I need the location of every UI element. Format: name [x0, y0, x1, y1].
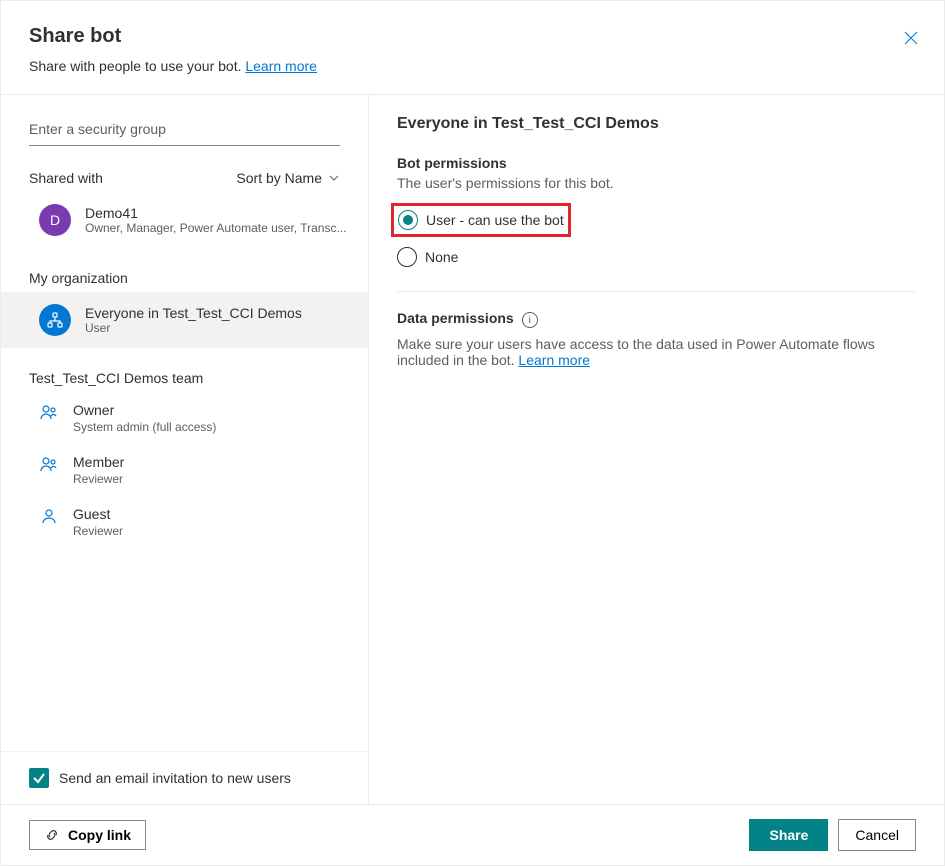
checkbox-checked-icon[interactable]	[29, 768, 49, 788]
role-item-member[interactable]: Member Reviewer	[1, 444, 368, 496]
org-name: Everyone in Test_Test_CCI Demos	[85, 305, 348, 321]
data-perm-heading: Data permissions	[397, 310, 514, 326]
role-name: Guest	[73, 506, 123, 522]
share-bot-dialog: Share bot Share with people to use your …	[0, 0, 945, 866]
role-sub: System admin (full access)	[73, 420, 216, 434]
shared-user-item[interactable]: D Demo41 Owner, Manager, Power Automate …	[1, 192, 368, 248]
people-icon	[39, 454, 59, 474]
close-icon	[903, 30, 919, 46]
left-list: D Demo41 Owner, Manager, Power Automate …	[1, 192, 368, 751]
role-sub: Reviewer	[73, 472, 124, 486]
copy-link-label: Copy link	[68, 827, 131, 843]
bot-perm-sub: The user's permissions for this bot.	[397, 175, 916, 191]
right-title: Everyone in Test_Test_CCI Demos	[397, 115, 916, 133]
item-text: Everyone in Test_Test_CCI Demos User	[85, 305, 348, 335]
chevron-down-icon	[328, 172, 340, 184]
search-wrap	[1, 95, 368, 146]
sort-button[interactable]: Sort by Name	[236, 170, 340, 186]
sort-label-text: Sort by Name	[236, 170, 322, 186]
left-panel: Shared with Sort by Name D Demo41 Owner,…	[1, 95, 369, 804]
person-icon	[39, 506, 59, 526]
radio-user-label: User - can use the bot	[426, 212, 564, 228]
role-item-guest[interactable]: Guest Reviewer	[1, 496, 368, 548]
role-text: Guest Reviewer	[73, 506, 123, 538]
dialog-title: Share bot	[29, 25, 916, 48]
shared-with-header: Shared with Sort by Name	[1, 146, 368, 192]
dialog-subtitle: Share with people to use your bot. Learn…	[29, 58, 916, 74]
org-icon	[39, 304, 71, 336]
learn-more-link[interactable]: Learn more	[245, 58, 317, 74]
email-invite-label: Send an email invitation to new users	[59, 770, 291, 786]
radio-none-row[interactable]: None	[397, 241, 916, 273]
user-name: Demo41	[85, 205, 348, 221]
team-section-label: Test_Test_CCI Demos team	[1, 348, 368, 392]
dialog-body: Shared with Sort by Name D Demo41 Owner,…	[1, 95, 944, 804]
link-icon	[44, 827, 60, 843]
role-sub: Reviewer	[73, 524, 123, 538]
bot-permissions-section: Bot permissions The user's permissions f…	[397, 155, 916, 273]
close-button[interactable]	[902, 29, 920, 47]
org-section-label: My organization	[1, 248, 368, 292]
data-perm-text: Make sure your users have access to the …	[397, 336, 916, 368]
shared-with-label: Shared with	[29, 170, 103, 186]
user-roles: Owner, Manager, Power Automate user, Tra…	[85, 221, 348, 235]
data-perm-body: Make sure your users have access to the …	[397, 336, 875, 368]
email-invite-row[interactable]: Send an email invitation to new users	[1, 751, 368, 804]
radio-unchecked-icon	[397, 247, 417, 267]
divider	[397, 291, 916, 292]
avatar: D	[39, 204, 71, 236]
radio-none-label: None	[425, 249, 458, 265]
copy-link-button[interactable]: Copy link	[29, 820, 146, 850]
role-name: Owner	[73, 402, 216, 418]
data-learn-more-link[interactable]: Learn more	[518, 352, 590, 368]
data-heading-row: Data permissions i	[397, 310, 916, 330]
footer-right: Share Cancel	[749, 819, 916, 851]
security-group-input[interactable]	[29, 113, 340, 146]
people-icon	[39, 402, 59, 422]
role-text: Member Reviewer	[73, 454, 124, 486]
item-text: Demo41 Owner, Manager, Power Automate us…	[85, 205, 348, 235]
org-item[interactable]: Everyone in Test_Test_CCI Demos User	[1, 292, 368, 348]
highlight-annotation: User - can use the bot	[391, 203, 571, 237]
right-panel: Everyone in Test_Test_CCI Demos Bot perm…	[369, 95, 944, 804]
bot-perm-heading: Bot permissions	[397, 155, 916, 171]
radio-user-row[interactable]: User - can use the bot	[396, 209, 566, 231]
role-name: Member	[73, 454, 124, 470]
org-role: User	[85, 321, 348, 335]
share-button[interactable]: Share	[749, 819, 828, 851]
dialog-footer: Copy link Share Cancel	[1, 804, 944, 865]
role-item-owner[interactable]: Owner System admin (full access)	[1, 392, 368, 444]
info-icon[interactable]: i	[522, 312, 538, 328]
subtitle-text: Share with people to use your bot.	[29, 58, 245, 74]
role-text: Owner System admin (full access)	[73, 402, 216, 434]
cancel-button[interactable]: Cancel	[838, 819, 916, 851]
radio-checked-icon	[398, 210, 418, 230]
dialog-header: Share bot Share with people to use your …	[1, 1, 944, 95]
data-permissions-section: Data permissions i Make sure your users …	[397, 310, 916, 368]
